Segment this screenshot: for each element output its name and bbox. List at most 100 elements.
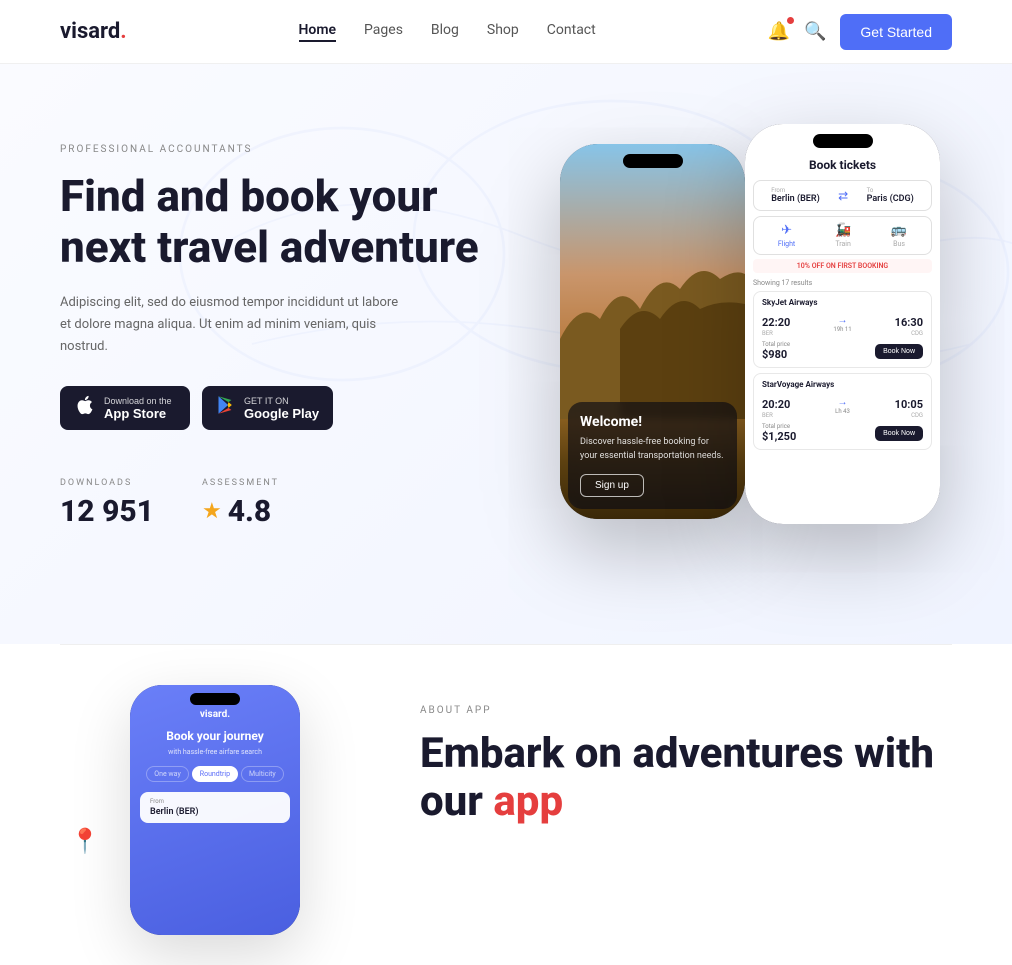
about-title-highlight: app xyxy=(493,777,563,826)
nav-links: Home Pages Blog Shop Contact xyxy=(299,22,596,42)
hero-stats: Downloads 12 951 Assessment ★ 4.8 xyxy=(60,478,480,529)
phone3-screen: visard. Book your journey with hassle-fr… xyxy=(130,685,300,935)
phone-mockup-3: visard. Book your journey with hassle-fr… xyxy=(130,685,300,935)
phone3-search-label: From xyxy=(150,798,280,805)
airline-1-name: SkyJet Airways xyxy=(762,298,923,307)
nav-contact[interactable]: Contact xyxy=(547,22,596,42)
phone2-title: Book tickets xyxy=(745,154,940,180)
tab-one-way[interactable]: One way xyxy=(146,766,188,782)
phone3-logo: visard. xyxy=(200,709,230,720)
app-store-small: Download on the xyxy=(104,396,172,406)
phone3-title-text: Book your journey xyxy=(156,728,274,745)
duration-1: 19h 11 xyxy=(833,326,851,333)
star-icon: ★ xyxy=(202,499,222,524)
logo-dot: . xyxy=(120,19,126,44)
google-play-small: GET IT ON xyxy=(244,396,319,406)
rating-value: ★ 4.8 xyxy=(202,494,279,529)
phone3-notch xyxy=(190,693,240,705)
get-started-button[interactable]: Get Started xyxy=(840,14,952,50)
bus-icon: 🚌 xyxy=(891,223,907,238)
phone3-logo-text: visard. xyxy=(200,709,230,720)
transport-bus[interactable]: 🚌 Bus xyxy=(891,223,907,248)
hero-description: Adipiscing elit, sed do eiusmod tempor i… xyxy=(60,292,400,358)
google-play-big: Google Play xyxy=(244,406,319,421)
phone-mockup-1: Welcome! Discover hassle-free booking fo… xyxy=(560,144,745,519)
map-pin-1: 📍 xyxy=(70,827,100,855)
bus-label: Bus xyxy=(893,240,905,248)
assessment-label: Assessment xyxy=(202,478,279,488)
hero-tag: Professional Accountants xyxy=(60,144,480,155)
assessment-stat: Assessment ★ 4.8 xyxy=(202,478,279,529)
rating-number: 4.8 xyxy=(228,494,272,529)
route-from-value: Berlin (BER) xyxy=(771,194,820,204)
nav-home[interactable]: Home xyxy=(299,22,337,42)
phone2-screen: Book tickets From Berlin (BER) ⇄ To Pari… xyxy=(745,124,940,524)
apple-icon xyxy=(74,394,96,422)
flight-label: Flight xyxy=(778,240,795,248)
flight-icon: ✈ xyxy=(781,223,792,238)
book-btn-2[interactable]: Book Now xyxy=(875,426,923,441)
route-to-value: Paris (CDG) xyxy=(867,194,914,204)
depart-time-2: 20:20 xyxy=(762,398,790,411)
nav-pages[interactable]: Pages xyxy=(364,22,403,42)
store-buttons: Download on the App Store GET IT ON Goog… xyxy=(60,386,480,430)
welcome-desc: Discover hassle-free booking for your es… xyxy=(580,436,725,463)
notification-icon[interactable]: 🔔 xyxy=(768,21,790,42)
about-title: Embark on adventures with our app xyxy=(420,730,952,827)
google-play-text: GET IT ON Google Play xyxy=(244,396,319,421)
transport-train[interactable]: 🚂 Train xyxy=(835,223,851,248)
nav-shop[interactable]: Shop xyxy=(487,22,519,42)
price-2: $1,250 xyxy=(762,430,796,443)
phone3-search-value: Berlin (BER) xyxy=(150,807,280,817)
app-store-button[interactable]: Download on the App Store xyxy=(60,386,190,430)
nav-blog[interactable]: Blog xyxy=(431,22,459,42)
arrive-code-2: CDG xyxy=(895,412,923,419)
about-section: 📍 📍 visard. Book your journey with hassl… xyxy=(0,645,1012,965)
phone1-notch xyxy=(623,154,683,168)
flight-card-1: SkyJet Airways 22:20 BER → 19h 11 16:30 xyxy=(753,291,932,368)
price-label-2: Total price xyxy=(762,423,796,430)
price-1: $980 xyxy=(762,348,790,361)
downloads-stat: Downloads 12 951 xyxy=(60,478,154,529)
duration-2: Lh 43 xyxy=(835,408,850,415)
price-label-1: Total price xyxy=(762,341,790,348)
airline-2-name: StarVoyage Airways xyxy=(762,380,923,389)
phone3-search-field[interactable]: From Berlin (BER) xyxy=(140,792,290,823)
tab-roundtrip[interactable]: Roundtrip xyxy=(192,766,238,782)
depart-time-1: 22:20 xyxy=(762,316,790,329)
tab-multicity[interactable]: Multicity xyxy=(241,766,284,782)
depart-code-1: BER xyxy=(762,330,790,337)
phone-mockup-2: Book tickets From Berlin (BER) ⇄ To Pari… xyxy=(745,124,940,524)
flight-arrow-2: → xyxy=(835,397,850,408)
search-icon[interactable]: 🔍 xyxy=(804,21,826,42)
phone1-signup-button[interactable]: Sign up xyxy=(580,474,644,497)
book-btn-1[interactable]: Book Now xyxy=(875,344,923,359)
transport-flight[interactable]: ✈ Flight xyxy=(778,223,795,248)
flight-card-2: StarVoyage Airways 20:20 BER → Lh 43 10:… xyxy=(753,373,932,450)
route-from-label: From xyxy=(771,187,820,194)
phone1-screen: Welcome! Discover hassle-free booking fo… xyxy=(560,144,745,519)
nav-right-actions: 🔔 🔍 Get Started xyxy=(768,14,952,50)
about-tag: About App xyxy=(420,705,952,716)
arrive-time-1: 16:30 xyxy=(895,316,923,329)
phone3-subtitle-text: with hassle-free airfare search xyxy=(160,748,270,756)
arrive-time-2: 10:05 xyxy=(895,398,923,411)
google-play-button[interactable]: GET IT ON Google Play xyxy=(202,386,333,430)
app-store-big: App Store xyxy=(104,406,172,421)
flight-arrow-1: → xyxy=(833,315,851,326)
phone1-welcome-overlay: Welcome! Discover hassle-free booking fo… xyxy=(568,402,737,509)
phone3-area: 📍 📍 visard. Book your journey with hassl… xyxy=(60,685,360,945)
logo-text: visard xyxy=(60,19,120,44)
phone2-notch xyxy=(813,134,873,148)
phone-mockups-area: Welcome! Discover hassle-free booking fo… xyxy=(520,124,952,604)
hero-content: Professional Accountants Find and book y… xyxy=(60,124,480,529)
phone2-route: From Berlin (BER) ⇄ To Paris (CDG) xyxy=(753,180,932,211)
depart-code-2: BER xyxy=(762,412,790,419)
phone2-transport-modes: ✈ Flight 🚂 Train 🚌 Bus xyxy=(753,216,932,255)
downloads-label: Downloads xyxy=(60,478,154,488)
phone2-discount-banner: 10% OFF ON FIRST BOOKING xyxy=(753,259,932,273)
about-content: About App Embark on adventures with our … xyxy=(420,685,952,827)
downloads-value: 12 951 xyxy=(60,494,154,529)
google-play-icon xyxy=(216,395,236,421)
hero-section: Professional Accountants Find and book y… xyxy=(0,64,1012,644)
